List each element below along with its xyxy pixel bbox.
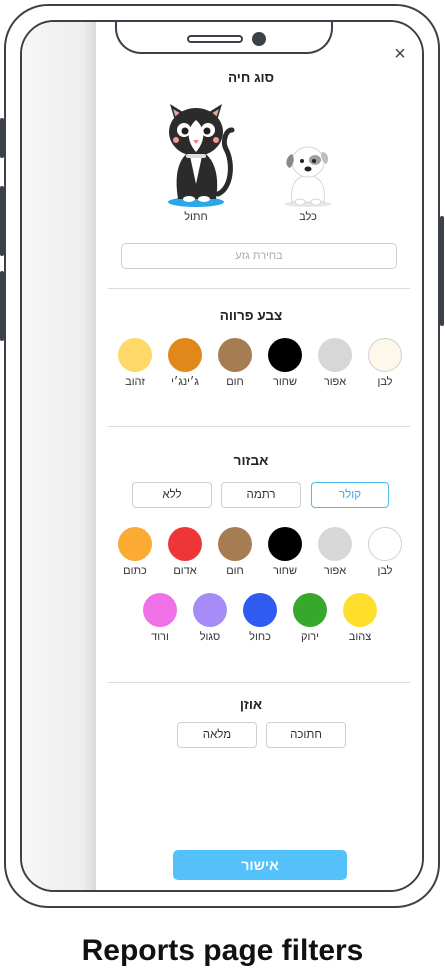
fur-color-swatch-label: שחור — [272, 376, 297, 388]
fur-color-title: צבע פרווה — [219, 308, 283, 323]
phone-side-button — [0, 271, 4, 341]
phone-screen: × סוג חיה חתול כלב בחירת גזע צבע פרווה ל… — [20, 20, 424, 892]
confirm-button[interactable]: אישור — [173, 850, 347, 880]
accessory-color-swatch-label: חום — [226, 565, 244, 577]
accessory-color-swatch[interactable] — [293, 593, 327, 627]
fur-color-swatch-label: חום — [226, 376, 244, 388]
fur-color-swatch[interactable] — [218, 338, 252, 372]
fur-color-swatch-label: ג׳ינג׳י — [171, 376, 199, 388]
accessory-color-swatch-label: שחור — [272, 565, 297, 577]
accessory-color-swatch-label: צהוב — [348, 631, 372, 643]
ear-option-full[interactable]: מלאה — [177, 722, 257, 748]
fur-color-swatch[interactable] — [268, 338, 302, 372]
dog-option[interactable]: כלב — [278, 140, 338, 230]
accessory-color-swatch-label: ורוד — [151, 631, 169, 643]
animal-type-title: סוג חיה — [227, 70, 275, 85]
accessory-color-swatch-label: כחול — [249, 631, 271, 643]
fur-color-swatch[interactable] — [368, 338, 402, 372]
cat-label: חתול — [184, 211, 208, 223]
accessory-color-swatch-label: כתום — [123, 565, 147, 577]
divider — [108, 426, 410, 427]
accessory-color-swatch[interactable] — [218, 527, 252, 561]
fur-color-swatch[interactable] — [118, 338, 152, 372]
accessory-color-swatch-label: אפור — [323, 565, 347, 577]
phone-side-button — [0, 186, 4, 256]
fur-color-swatch-label: לבן — [377, 376, 393, 388]
ear-title: אוזן — [239, 697, 263, 712]
accessory-color-swatch[interactable] — [368, 527, 402, 561]
close-icon[interactable]: × — [390, 44, 410, 64]
accessory-type-harness[interactable]: רתמה — [221, 482, 301, 508]
accessory-color-swatch[interactable] — [343, 593, 377, 627]
accessory-color-swatch-label: אדום — [173, 565, 197, 577]
speaker-icon — [187, 35, 243, 43]
accessory-color-swatch[interactable] — [143, 593, 177, 627]
phone-notch — [115, 22, 333, 54]
fur-color-swatch[interactable] — [168, 338, 202, 372]
page-caption: Reports page filters — [81, 934, 364, 967]
fur-color-swatch-label: זהוב — [125, 376, 145, 388]
divider — [108, 682, 410, 683]
accessory-color-swatch-label: לבן — [377, 565, 393, 577]
accessory-type-collar[interactable]: קולר — [311, 482, 389, 508]
background-page-shade — [22, 22, 98, 890]
fur-color-swatch[interactable] — [318, 338, 352, 372]
divider — [108, 288, 410, 289]
accessory-color-swatch[interactable] — [168, 527, 202, 561]
dog-label: כלב — [299, 211, 317, 223]
accessory-color-swatch-label: סגול — [199, 631, 221, 643]
fur-color-swatch-label: אפור — [323, 376, 347, 388]
filter-panel: × סוג חיה חתול כלב בחירת גזע צבע פרווה ל… — [96, 22, 422, 890]
accessory-color-swatch[interactable] — [118, 527, 152, 561]
camera-icon — [252, 32, 266, 46]
accessory-color-swatch[interactable] — [243, 593, 277, 627]
accessory-color-swatch[interactable] — [193, 593, 227, 627]
cat-icon — [168, 104, 235, 207]
accessory-color-swatch-label: ירוק — [300, 631, 320, 643]
phone-side-button — [440, 216, 444, 326]
cat-option[interactable]: חתול — [156, 94, 236, 229]
accessory-color-swatch[interactable] — [268, 527, 302, 561]
breed-select[interactable]: בחירת גזע — [121, 243, 397, 269]
accessory-color-swatch[interactable] — [318, 527, 352, 561]
accessory-title: אבזור — [233, 453, 269, 468]
ear-option-cut[interactable]: חתוכה — [266, 722, 346, 748]
phone-side-button — [0, 118, 4, 158]
dog-icon — [284, 146, 332, 207]
accessory-type-none[interactable]: ללא — [132, 482, 212, 508]
